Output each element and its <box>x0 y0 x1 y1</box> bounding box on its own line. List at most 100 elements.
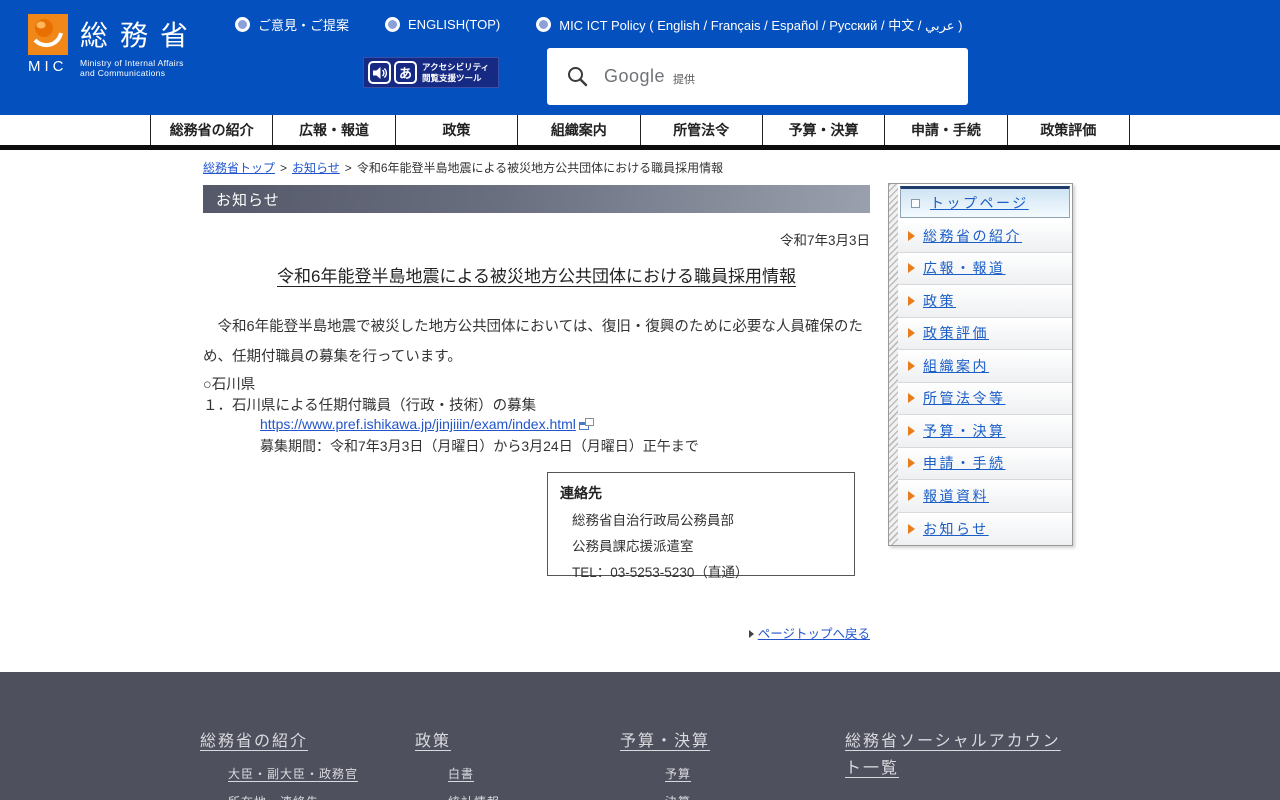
sidebar-label: 所管法令等 <box>923 388 1006 408</box>
ring-icon <box>235 17 250 32</box>
sidebar-item-policy[interactable]: 政策 <box>898 285 1072 318</box>
nav-item-laws[interactable]: 所管法令 <box>640 115 762 145</box>
footer-heading-social[interactable]: 総務省ソーシャルアカウント一覧 <box>845 733 1061 777</box>
triangle-icon <box>908 231 915 241</box>
sidebar-label: 申請・手続 <box>923 453 1006 473</box>
square-bullet-icon <box>911 199 920 208</box>
feedback-link-label: ご意見・ご提案 <box>258 15 349 34</box>
breadcrumb-current: 令和6年能登半島地震による被災地方公共団体における職員採用情報 <box>357 161 723 175</box>
sidebar-label: 予算・決算 <box>923 421 1006 441</box>
sidebar-label: 政策 <box>923 291 956 311</box>
nav-item-about[interactable]: 総務省の紹介 <box>150 115 272 145</box>
sidebar-item-organization[interactable]: 組織案内 <box>898 350 1072 383</box>
sidebar-item-budget[interactable]: 予算・決算 <box>898 415 1072 448</box>
mic-acronym: MIC <box>28 58 68 75</box>
sidebar-label: 組織案内 <box>923 356 989 376</box>
nav-label: 申請・手続 <box>911 120 981 140</box>
footer-heading-budget[interactable]: 予算・決算 <box>620 733 710 750</box>
mic-sphere-icon <box>28 14 68 55</box>
footer-link-settlement[interactable]: 決算 <box>665 793 691 800</box>
ring-icon <box>536 17 551 32</box>
accessibility-tool-label: アクセシビリティ 閲覧支援ツール <box>422 62 489 83</box>
sidebar-label: 総務省の紹介 <box>923 226 1022 246</box>
recruitment-item: １．石川県による任期付職員（行政・技術）の募集 <box>203 394 536 415</box>
footer-col-budget: 予算・決算 <box>620 728 710 755</box>
triangle-icon <box>749 630 754 638</box>
footer-link-whitepaper[interactable]: 白書 <box>448 765 474 782</box>
sidebar-hatch-decoration <box>889 184 898 545</box>
external-link-icon <box>579 418 594 430</box>
footer-link-location[interactable]: 所在地・連絡先 <box>228 793 319 800</box>
contact-title: 連絡先 <box>560 483 842 503</box>
logo-text: 総務省 Ministry of Internal Affairs and Com… <box>80 14 200 78</box>
site-search-input[interactable]: Google 提供 <box>547 48 968 105</box>
mic-logo[interactable]: MIC 総務省 Ministry of Internal Affairs and… <box>28 14 200 78</box>
english-top-link[interactable]: ENGLISH(TOP) <box>385 15 500 34</box>
page-top-row: ページトップへ戻る <box>203 623 870 642</box>
speaker-icon <box>368 61 391 84</box>
triangle-icon <box>908 296 915 306</box>
nav-item-applications[interactable]: 申請・手続 <box>884 115 1006 145</box>
nav-label: 所管法令 <box>673 120 729 140</box>
sidebar-menu: トップページ 総務省の紹介 広報・報道 政策 政策評価 組織案内 所管法令等 予… <box>888 183 1073 546</box>
sidebar-label: お知らせ <box>923 519 989 539</box>
nav-item-organization[interactable]: 組織案内 <box>517 115 639 145</box>
ict-policy-link[interactable]: MIC ICT Policy ( English / Français / Es… <box>536 15 962 34</box>
footer-heading-policy[interactable]: 政策 <box>415 733 451 750</box>
ministry-name-en: Ministry of Internal Affairs and Communi… <box>80 58 200 78</box>
sidebar-label: 政策評価 <box>923 323 989 343</box>
article-title: 令和6年能登半島地震による被災地方公共団体における職員採用情報 <box>203 262 870 287</box>
footer-col-about: 総務省の紹介 <box>200 728 308 755</box>
ict-policy-link-label: MIC ICT Policy ( English / Français / Es… <box>559 15 962 34</box>
nav-item-budget[interactable]: 予算・決算 <box>762 115 884 145</box>
footer-col-social: 総務省ソーシャルアカウント一覧 <box>845 728 1067 782</box>
mic-logo-mark: MIC <box>28 14 68 55</box>
nav-label: 組織案内 <box>551 120 607 140</box>
breadcrumb-news-link[interactable]: お知らせ <box>292 161 340 175</box>
triangle-icon <box>908 426 915 436</box>
article-paragraph: 令和6年能登半島地震で被災した地方公共団体においては、復旧・復興のために必要な人… <box>203 312 868 372</box>
nav-item-policy[interactable]: 政策 <box>395 115 517 145</box>
nav-item-evaluation[interactable]: 政策評価 <box>1007 115 1130 145</box>
sidebar-item-applications[interactable]: 申請・手続 <box>898 448 1072 481</box>
mic-webpage: MIC 総務省 Ministry of Internal Affairs and… <box>0 0 1280 800</box>
accessibility-tool-button[interactable]: あ アクセシビリティ 閲覧支援ツール <box>363 57 499 88</box>
triangle-icon <box>908 524 915 534</box>
triangle-icon <box>908 458 915 468</box>
ministry-name-ja: 総務省 <box>80 14 200 54</box>
hiragana-a-icon: あ <box>394 61 417 84</box>
sidebar-item-laws[interactable]: 所管法令等 <box>898 383 1072 416</box>
breadcrumb: 総務省トップ>お知らせ>令和6年能登半島地震による被災地方公共団体における職員採… <box>203 159 723 176</box>
article-date: 令和7年3月3日 <box>203 229 870 249</box>
ring-icon <box>385 17 400 32</box>
sidebar-item-news[interactable]: お知らせ <box>898 513 1072 546</box>
sidebar-item-press-materials[interactable]: 報道資料 <box>898 480 1072 513</box>
footer-link-ministers[interactable]: 大臣・副大臣・政務官 <box>228 765 358 782</box>
nav-label: 予算・決算 <box>789 120 859 140</box>
nav-item-press[interactable]: 広報・報道 <box>272 115 394 145</box>
sidebar-item-press[interactable]: 広報・報道 <box>898 253 1072 286</box>
ishikawa-exam-link[interactable]: https://www.pref.ishikawa.jp/jinjiiin/ex… <box>260 416 576 432</box>
application-period: 募集期間：令和7年3月3日（月曜日）から3月24日（月曜日）正午まで <box>260 436 699 456</box>
accessibility-label-line2: 閲覧支援ツール <box>422 73 482 83</box>
nav-label: 総務省の紹介 <box>170 120 254 140</box>
footer-heading-about[interactable]: 総務省の紹介 <box>200 733 308 750</box>
footer-link-statistics[interactable]: 統計情報 <box>448 793 500 800</box>
search-icon <box>567 66 588 87</box>
global-nav: 総務省の紹介 広報・報道 政策 組織案内 所管法令 予算・決算 申請・手続 政策… <box>150 115 1130 145</box>
breadcrumb-home-link[interactable]: 総務省トップ <box>203 161 275 175</box>
nav-label: 広報・報道 <box>299 120 369 140</box>
sidebar-label: 広報・報道 <box>923 258 1006 278</box>
search-brand-label: Google <box>604 66 665 87</box>
sidebar-item-about[interactable]: 総務省の紹介 <box>898 220 1072 253</box>
back-to-top-link[interactable]: ページトップへ戻る <box>758 627 870 641</box>
sidebar-item-evaluation[interactable]: 政策評価 <box>898 318 1072 351</box>
footer-link-budget[interactable]: 予算 <box>665 765 691 782</box>
sidebar-item-top-page[interactable]: トップページ <box>900 186 1070 218</box>
nav-divider <box>0 145 1280 150</box>
triangle-icon <box>908 263 915 273</box>
triangle-icon <box>908 361 915 371</box>
nav-label: 政策 <box>442 120 470 140</box>
feedback-link[interactable]: ご意見・ご提案 <box>235 15 349 34</box>
breadcrumb-separator: > <box>345 161 352 175</box>
